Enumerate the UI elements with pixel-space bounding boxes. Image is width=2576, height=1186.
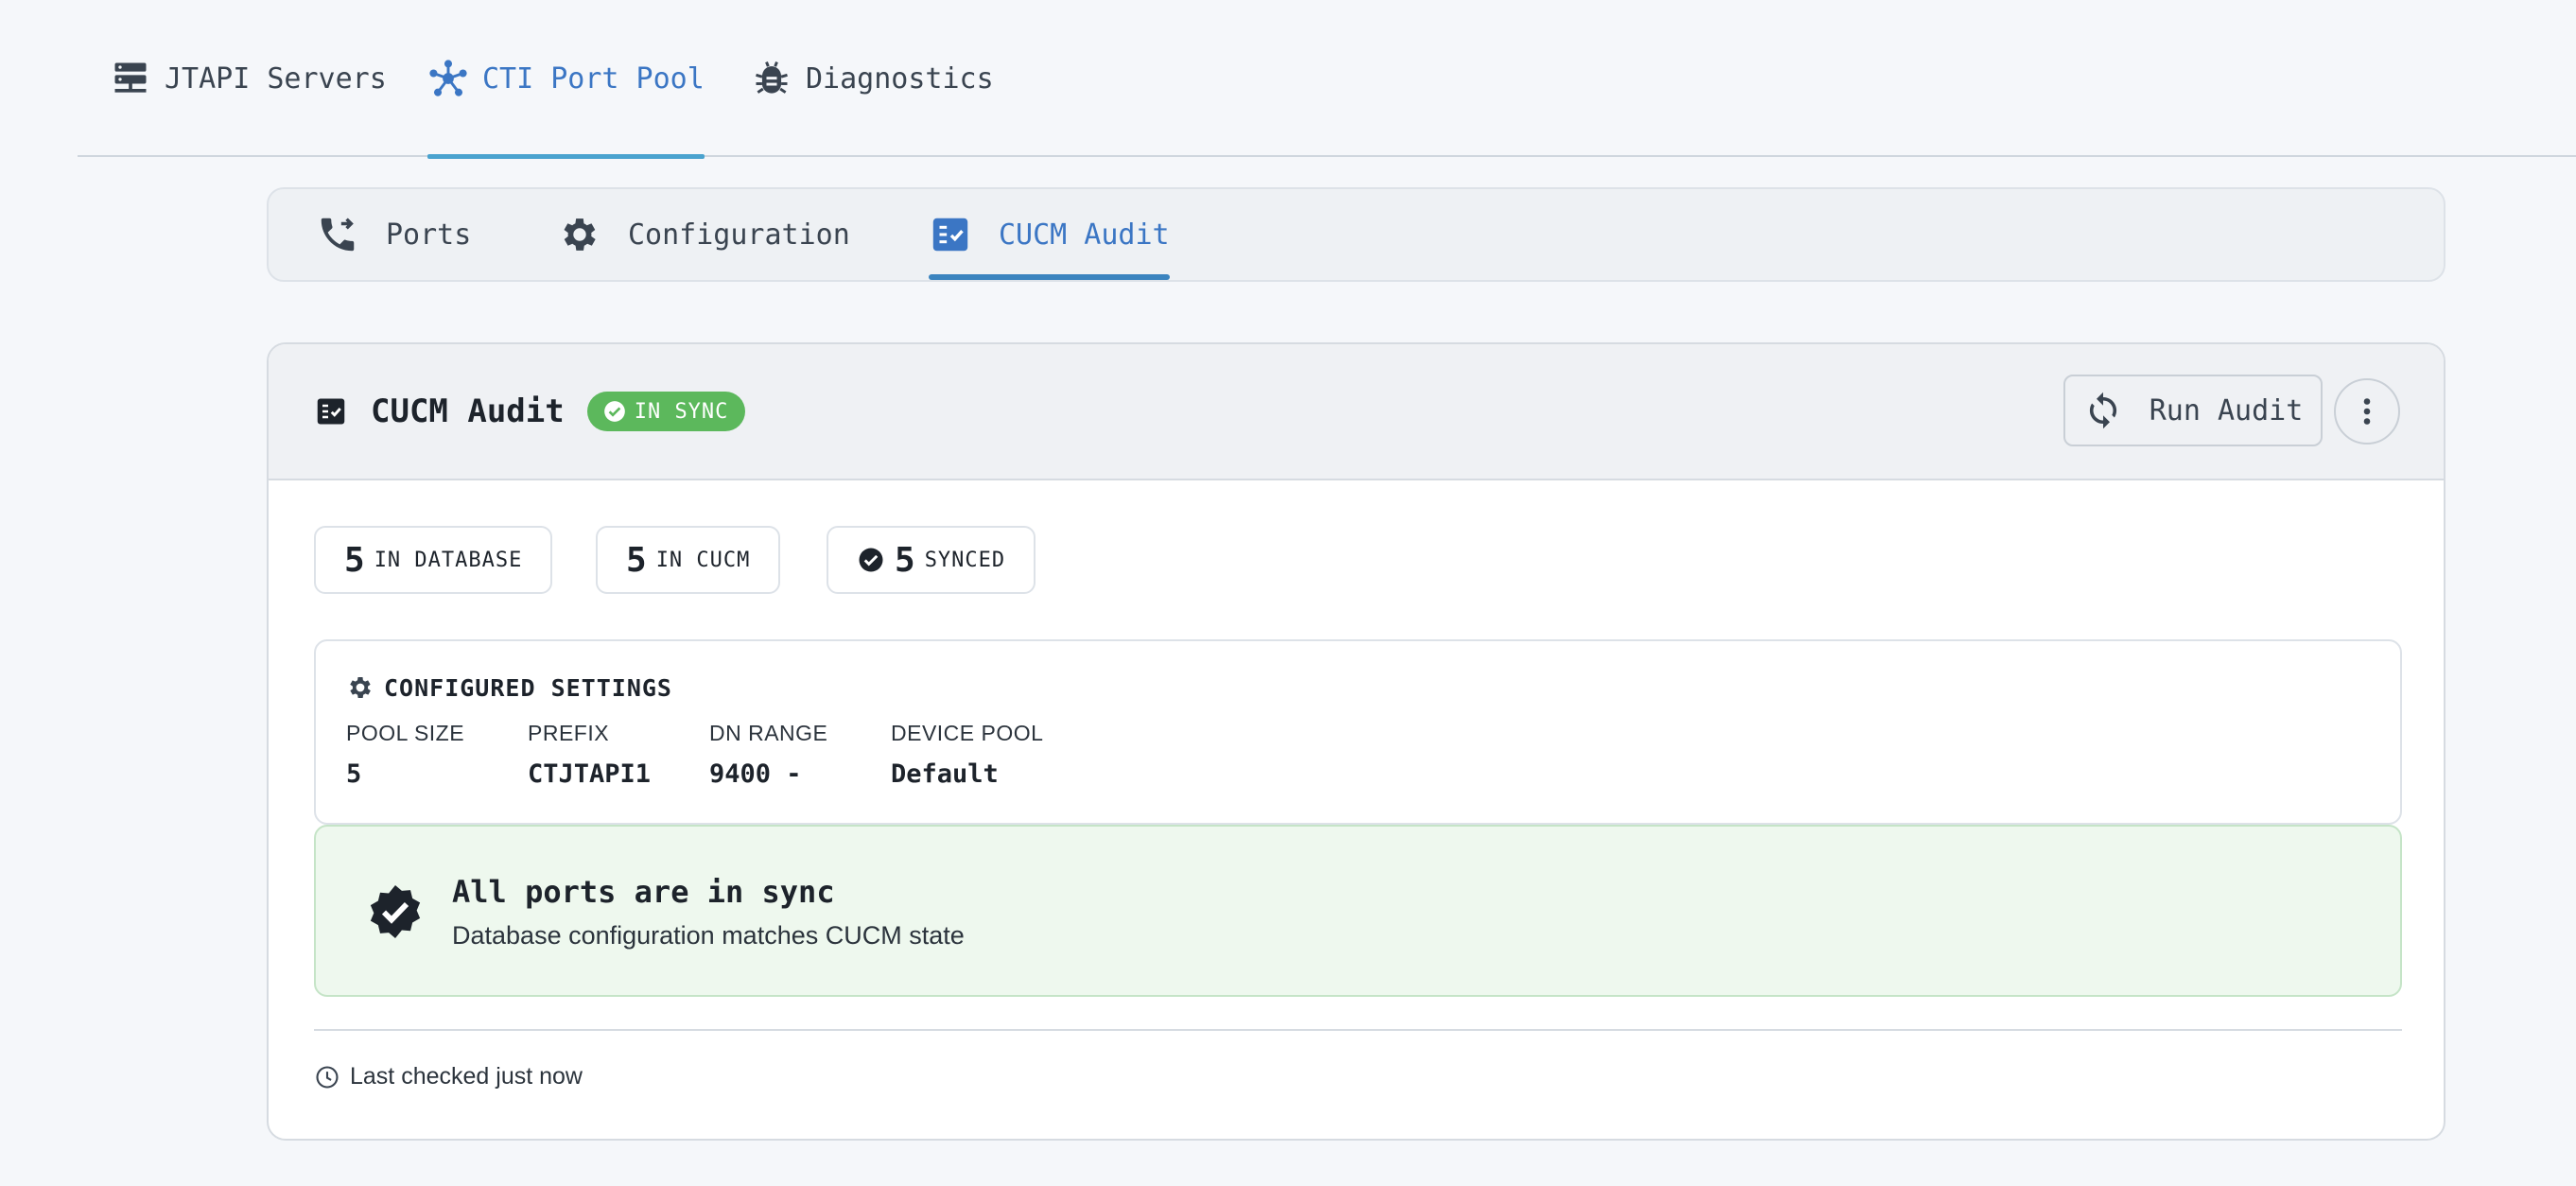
stat-in-database: 5 IN DATABASE <box>314 526 553 594</box>
more-options-button[interactable] <box>2334 378 2400 445</box>
more-vertical-icon <box>2363 398 2371 425</box>
setting-value: 5 <box>346 759 362 789</box>
setting-pool-size: POOL SIZE 5 <box>346 721 464 789</box>
stat-value: 5 <box>895 540 915 580</box>
configured-settings-title: CONFIGURED SETTINGS <box>346 673 672 702</box>
clock-icon <box>316 1065 339 1089</box>
verified-badge-icon <box>370 885 421 938</box>
main-tab-bar: JTAPI Servers CTI Port Pool Diagnostics <box>78 0 2576 159</box>
card-header: CUCM Audit IN SYNC Run Audit <box>269 344 2444 480</box>
tab-jtapi-servers[interactable]: JTAPI Servers <box>110 0 387 157</box>
gear-icon <box>564 218 596 251</box>
phone-forward-icon <box>321 218 355 252</box>
setting-device-pool: DEVICE POOL Default <box>891 721 1043 789</box>
tab-diagnostics[interactable]: Diagnostics <box>751 0 994 157</box>
tab-label: JTAPI Servers <box>165 61 387 96</box>
stat-label: IN CUCM <box>655 548 751 572</box>
divider <box>314 1029 2402 1031</box>
setting-prefix: PREFIX CTJTAPI1 <box>528 721 651 789</box>
stat-synced: 5 SYNCED <box>827 526 1036 594</box>
tab-cucm-audit[interactable]: CUCM Audit <box>929 189 1170 280</box>
last-checked: Last checked just now <box>314 1063 583 1090</box>
setting-label: POOL SIZE <box>346 721 465 745</box>
check-circle-icon <box>859 548 883 572</box>
tab-label: CUCM Audit <box>999 218 1170 252</box>
last-checked-text: Last checked just now <box>350 1063 583 1090</box>
card-title: CUCM Audit <box>371 392 565 430</box>
sync-status-panel: All ports are in sync Database configura… <box>314 825 2402 997</box>
configured-settings-panel: CONFIGURED SETTINGS POOL SIZE 5 PREFIX C… <box>314 639 2402 825</box>
run-audit-label: Run Audit <box>2149 393 2304 427</box>
sub-tab-bar: Ports Configuration CUCM Audit <box>267 187 2445 282</box>
run-audit-button[interactable]: Run Audit <box>2063 375 2323 446</box>
setting-value: CTJTAPI1 <box>528 759 652 789</box>
status-badge-label: IN SYNC <box>634 399 729 424</box>
tab-label: Configuration <box>628 218 850 252</box>
tab-label: Ports <box>386 218 472 252</box>
setting-dn-range: DN RANGE 9400 - <box>709 721 827 789</box>
stat-value: 5 <box>626 540 647 580</box>
stat-value: 5 <box>344 540 365 580</box>
server-icon <box>114 62 147 93</box>
tab-ports[interactable]: Ports <box>316 189 471 280</box>
stat-label: SYNCED <box>924 548 1006 572</box>
status-badge: IN SYNC <box>586 392 746 431</box>
setting-label: PREFIX <box>528 721 610 745</box>
tab-configuration[interactable]: Configuration <box>558 189 850 280</box>
refresh-icon <box>2089 392 2116 429</box>
config-title-text: CONFIGURED SETTINGS <box>384 673 672 702</box>
setting-value: Default <box>891 759 999 789</box>
tab-cti-port-pool[interactable]: CTI Port Pool <box>427 0 705 159</box>
check-circle-icon <box>603 401 625 422</box>
bug-icon <box>756 61 788 94</box>
checklist-icon <box>932 218 968 252</box>
audit-card: CUCM Audit IN SYNC Run Audit 5 IN DATABA… <box>267 342 2445 1141</box>
setting-label: DN RANGE <box>709 721 828 745</box>
gear-icon <box>350 677 371 698</box>
tab-label: Diagnostics <box>806 61 994 96</box>
setting-label: DEVICE POOL <box>891 721 1044 745</box>
checklist-icon <box>317 398 345 425</box>
card-title-group: CUCM Audit IN SYNC <box>314 344 746 479</box>
hub-icon <box>429 60 467 96</box>
setting-value: 9400 - <box>709 759 802 789</box>
sync-detail: Database configuration matches CUCM stat… <box>452 921 965 950</box>
tab-label: CTI Port Pool <box>482 61 705 96</box>
sync-heading: All ports are in sync <box>452 874 835 910</box>
stat-label: IN DATABASE <box>374 548 523 572</box>
stat-in-cucm: 5 IN CUCM <box>596 526 781 594</box>
